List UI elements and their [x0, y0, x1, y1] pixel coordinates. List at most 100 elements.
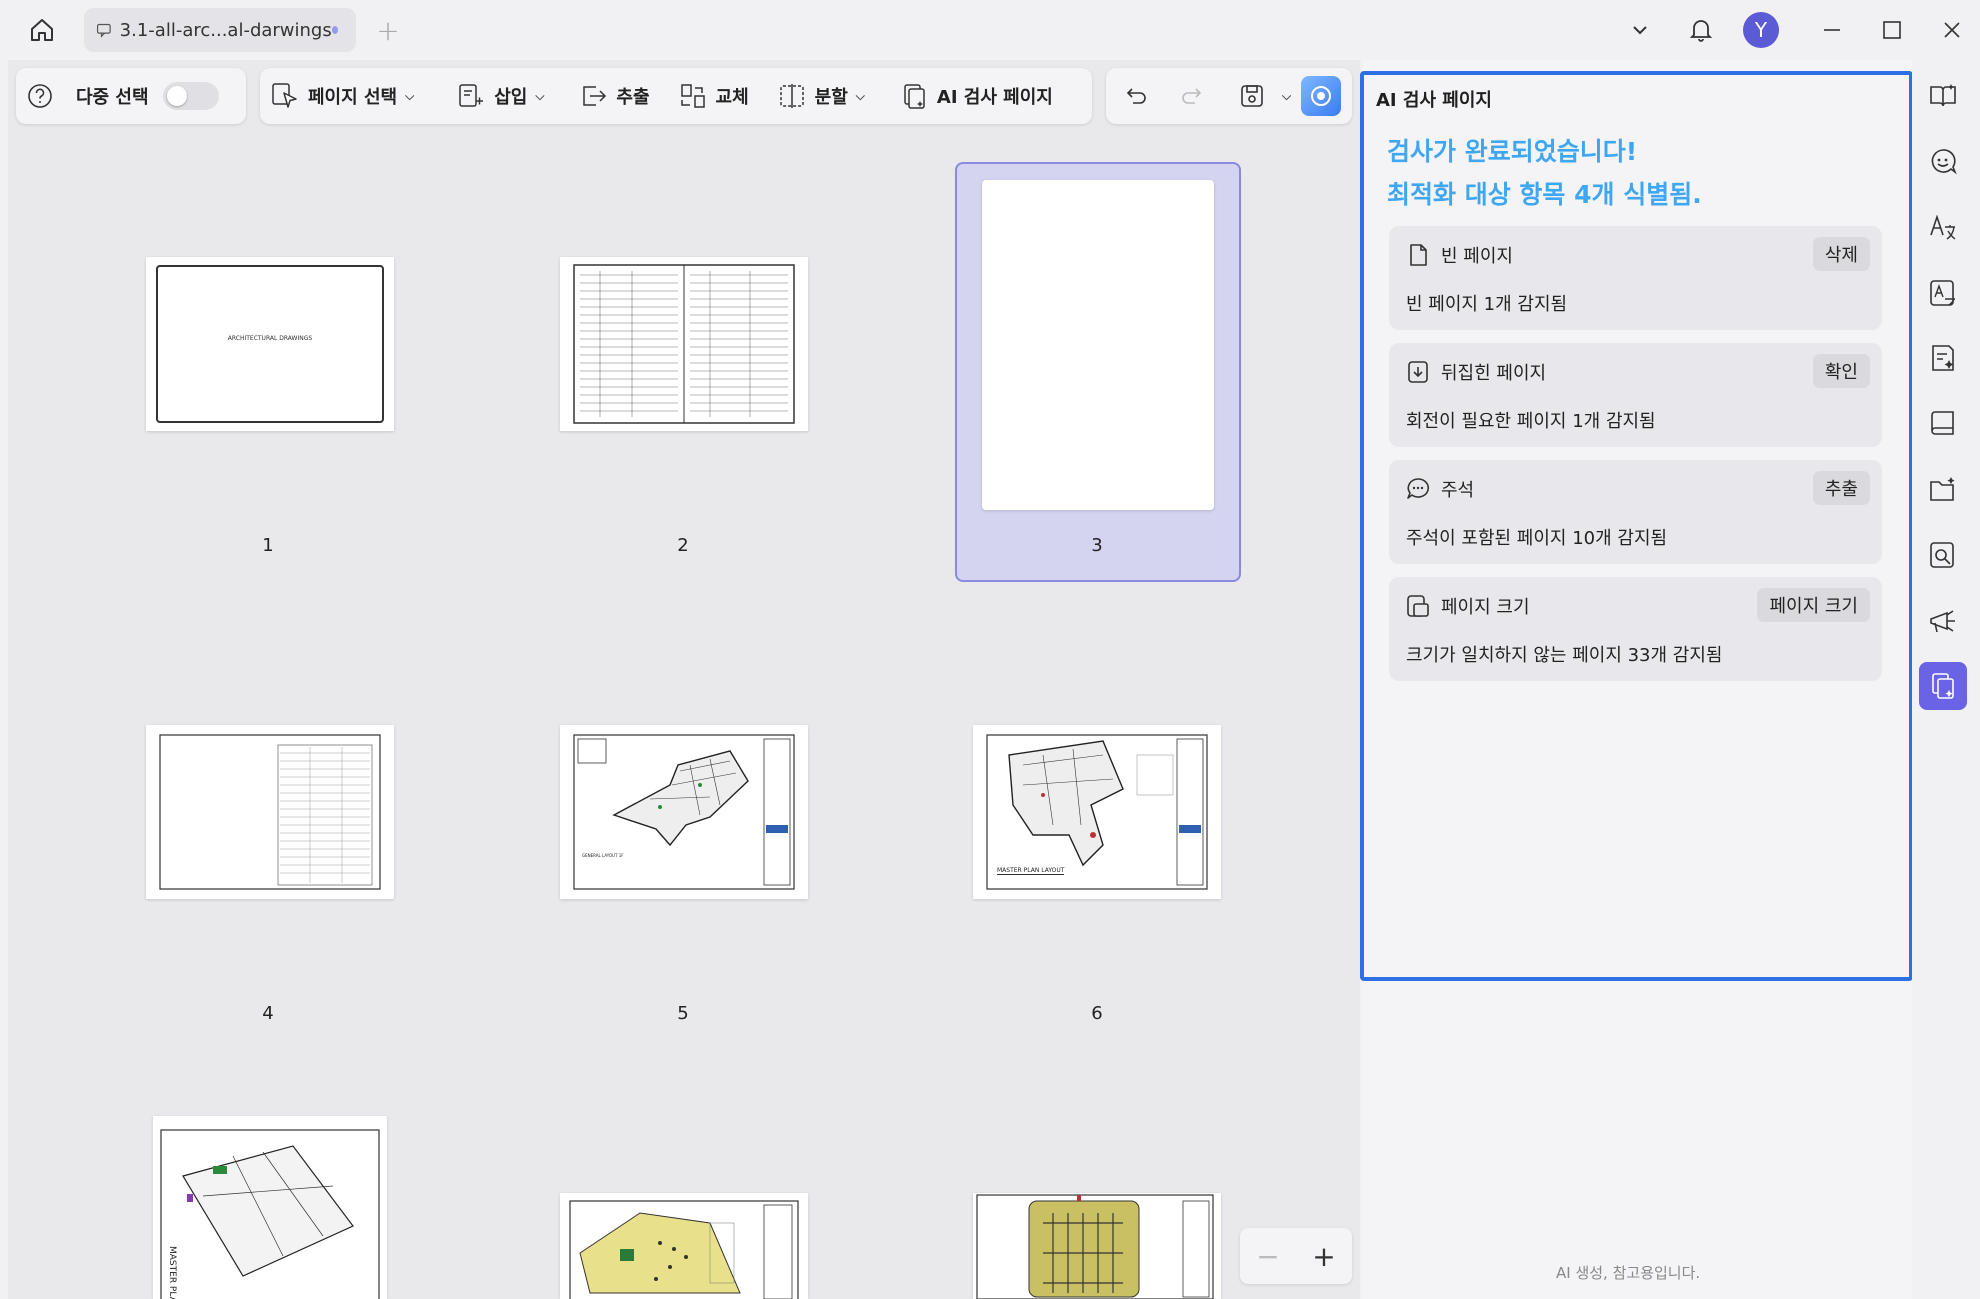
- ai-check-icon: [904, 84, 925, 109]
- cursor-select-icon: [272, 83, 297, 108]
- page-thumbnail-1[interactable]: ARCHITECTURAL DRAWINGS: [146, 257, 394, 431]
- panel-title: AI 검사 페이지: [1376, 90, 1492, 111]
- ai-chat-icon[interactable]: [1919, 137, 1967, 185]
- page-select-button[interactable]: 페이지 선택 ⌵: [260, 76, 424, 116]
- thumb-title-text: MASTER PLAN LAYOUT: [997, 867, 1065, 875]
- card-description: 크기가 일치하지 않는 페이지 33개 감지됨: [1406, 645, 1723, 666]
- result-card-flipped-pages: 뒤집힌 페이지 확인 회전이 필요한 페이지 1개 감지됨: [1389, 343, 1882, 447]
- insert-icon: [459, 84, 484, 107]
- reader-icon[interactable]: [1919, 72, 1967, 120]
- panel-footer-note: AI 생성, 참고용입니다.: [1556, 1264, 1701, 1282]
- confirm-button[interactable]: 확인: [1812, 354, 1870, 388]
- multi-select-label: 다중 선택: [76, 87, 149, 108]
- extract-label: 추출: [616, 87, 650, 108]
- replace-icon: [680, 84, 705, 108]
- panel-subheadline: 최적화 대상 항목 4개 식별됨.: [1387, 180, 1702, 209]
- toolbar-group-main: 페이지 선택 ⌵ 삽입 ⌵ 추출 교체 분할 ⌵ AI 검사 페이지: [260, 68, 1092, 124]
- split-button[interactable]: 분할 ⌵: [767, 76, 875, 116]
- page-thumbnail-9[interactable]: [973, 1193, 1221, 1299]
- undo-icon: [1126, 88, 1146, 104]
- home-icon[interactable]: [24, 12, 60, 48]
- save-button[interactable]: ⌵: [1228, 76, 1295, 116]
- card-title: 주석: [1441, 480, 1475, 501]
- chevron-down-icon[interactable]: [1620, 10, 1660, 50]
- page-number-5: 5: [677, 1003, 689, 1024]
- toolbar-group-edit: ⌵: [1106, 68, 1352, 124]
- title-bar: 3.1-all-arc...al-darwings + Y: [0, 0, 1980, 60]
- thumb-title-text: ARCHITECTURAL DRAWINGS: [227, 335, 313, 342]
- redo-icon: [1182, 88, 1202, 104]
- document-tab[interactable]: 3.1-all-arc...al-darwings: [84, 8, 356, 52]
- new-tab-button[interactable]: +: [372, 14, 404, 47]
- zoom-control: − +: [1240, 1228, 1352, 1284]
- multi-select-toggle[interactable]: [162, 82, 219, 110]
- rotate-page-icon: [1408, 361, 1428, 383]
- page-thumbnail-4[interactable]: [146, 725, 394, 899]
- ai-check-pages-icon[interactable]: [1919, 662, 1967, 710]
- card-title: 빈 페이지: [1441, 246, 1513, 267]
- page-size-button[interactable]: 페이지 크기: [1757, 588, 1870, 622]
- page-number-6: 6: [1091, 1003, 1103, 1024]
- toolbar-group-help: 다중 선택: [16, 68, 246, 124]
- ai-check-pages-button[interactable]: AI 검사 페이지: [889, 76, 1063, 116]
- comment-icon: [96, 23, 111, 38]
- close-icon[interactable]: [1932, 10, 1972, 50]
- unsaved-dot: [331, 26, 338, 34]
- redo-button[interactable]: [1168, 76, 1222, 116]
- zoom-out-button[interactable]: −: [1256, 1240, 1279, 1273]
- page-thumbnail-2[interactable]: [560, 257, 808, 431]
- comment-icon: [1407, 478, 1430, 499]
- page-number-2: 2: [677, 535, 689, 556]
- page-select-label: 페이지 선택: [308, 87, 398, 108]
- ai-assistant-button[interactable]: [1301, 76, 1342, 116]
- avatar[interactable]: Y: [1743, 12, 1779, 48]
- page-number-4: 4: [262, 1003, 274, 1024]
- panel-headline: 검사가 완료되었습니다!: [1387, 137, 1638, 166]
- ai-summary-icon[interactable]: [1919, 334, 1967, 382]
- tab-title: 3.1-all-arc...al-darwings: [119, 19, 332, 41]
- search-page-icon[interactable]: [1919, 531, 1967, 579]
- extract-icon: [583, 86, 607, 106]
- insert-button[interactable]: 삽입 ⌵: [446, 76, 554, 116]
- help-icon: [28, 84, 52, 108]
- blank-page-icon: [1410, 244, 1427, 266]
- folder-ai-icon[interactable]: [1919, 466, 1967, 514]
- page-thumbnail-3[interactable]: [982, 180, 1214, 510]
- thumb-title-text: MASTER PLAN: [167, 1246, 177, 1299]
- replace-label: 교체: [715, 87, 749, 108]
- split-label: 분할: [814, 87, 848, 108]
- translate-page-icon[interactable]: [1919, 269, 1967, 317]
- presentation-icon[interactable]: [1919, 597, 1967, 645]
- card-title: 뒤집힌 페이지: [1441, 363, 1547, 384]
- insert-label: 삽입: [494, 87, 528, 108]
- save-icon: [1241, 85, 1263, 107]
- page-thumbnail-7[interactable]: MASTER PLAN: [153, 1116, 387, 1299]
- bell-icon[interactable]: [1681, 10, 1721, 50]
- card-description: 주석이 포함된 페이지 10개 감지됨: [1406, 528, 1668, 549]
- chevron-down-icon[interactable]: ⌵: [1282, 89, 1291, 104]
- page-size-icon: [1407, 595, 1429, 617]
- translate-icon[interactable]: [1919, 203, 1967, 251]
- card-description: 회전이 필요한 페이지 1개 감지됨: [1406, 411, 1656, 432]
- page-thumbnail-5[interactable]: GENERAL LAYOUT 1F: [560, 725, 808, 899]
- thumb-title-text: GENERAL LAYOUT 1F: [582, 853, 624, 858]
- maximize-icon[interactable]: [1872, 10, 1912, 50]
- ai-orb-icon: [1311, 86, 1332, 106]
- minimize-icon[interactable]: [1812, 10, 1852, 50]
- undo-button[interactable]: [1114, 76, 1168, 116]
- zoom-in-button[interactable]: +: [1312, 1240, 1335, 1273]
- card-title: 페이지 크기: [1441, 597, 1530, 618]
- page-thumbnail-8[interactable]: [560, 1193, 808, 1299]
- replace-button[interactable]: 교체: [668, 76, 759, 116]
- result-card-annotations: 주석 추출 주석이 포함된 페이지 10개 감지됨: [1389, 460, 1882, 564]
- book-icon[interactable]: [1919, 400, 1967, 448]
- result-card-page-size: 페이지 크기 페이지 크기 크기가 일치하지 않는 페이지 33개 감지됨: [1389, 577, 1882, 681]
- page-number-1: 1: [262, 535, 274, 556]
- extract-annotations-button[interactable]: 추출: [1812, 471, 1870, 505]
- split-icon: [779, 84, 804, 108]
- delete-button[interactable]: 삭제: [1812, 237, 1870, 271]
- result-card-blank-pages: 빈 페이지 삭제 빈 페이지 1개 감지됨: [1389, 226, 1882, 330]
- extract-button[interactable]: 추출: [568, 76, 659, 116]
- help-button[interactable]: [16, 76, 72, 116]
- page-thumbnail-6[interactable]: MASTER PLAN LAYOUT: [973, 725, 1221, 899]
